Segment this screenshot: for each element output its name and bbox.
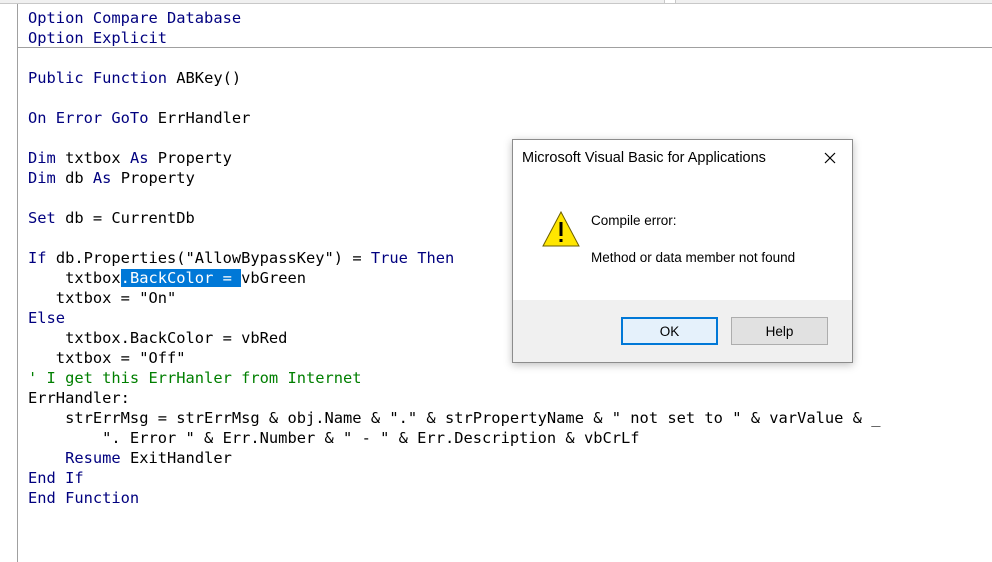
code-line[interactable]: End Function: [28, 488, 139, 508]
code-line[interactable]: Option Explicit: [28, 28, 167, 48]
keyword-text: True: [370, 249, 408, 267]
ok-button[interactable]: OK: [621, 317, 718, 345]
code-line[interactable]: Dim txtbox As Property: [28, 148, 232, 168]
code-text: db = CurrentDb: [55, 209, 195, 227]
margin-indicator-bar[interactable]: [0, 4, 18, 562]
warning-icon: [541, 210, 581, 250]
splitter-handle[interactable]: [664, 0, 676, 3]
code-text: ErrHandler: [148, 109, 251, 127]
help-button[interactable]: Help: [731, 317, 828, 345]
code-line[interactable]: txtbox.BackColor = vbRed: [28, 328, 287, 348]
keyword-text: Set: [28, 209, 56, 227]
code-text: txtbox = "On": [28, 289, 177, 307]
code-text: txtbox: [28, 269, 121, 287]
code-line[interactable]: Resume ExitHandler: [28, 448, 232, 468]
keyword-text: Then: [417, 249, 455, 267]
code-text: Property: [148, 149, 232, 167]
code-line[interactable]: txtbox = "Off": [28, 348, 186, 368]
keyword-text: Option Explicit: [28, 29, 167, 47]
error-message: Method or data member not found: [591, 250, 796, 265]
code-text: ExitHandler: [120, 449, 232, 467]
keyword-text: Resume: [65, 449, 121, 467]
code-line[interactable]: Else: [28, 308, 65, 328]
keyword-text: End If: [28, 469, 84, 487]
code-text: ABKey(): [167, 69, 242, 87]
keyword-text: If: [28, 249, 47, 267]
code-text: db.Properties("AllowBypassKey") =: [46, 249, 371, 267]
code-line[interactable]: End If: [28, 468, 84, 488]
code-text: db: [55, 169, 93, 187]
code-text: strErrMsg = strErrMsg & obj.Name & "." &…: [28, 409, 881, 427]
keyword-text: Public Function: [28, 69, 167, 87]
code-text: Property: [111, 169, 195, 187]
code-line[interactable]: Public Function ABKey(): [28, 68, 241, 88]
error-heading: Compile error:: [591, 213, 677, 228]
code-line[interactable]: Dim db As Property: [28, 168, 195, 188]
keyword-text: As: [92, 169, 112, 187]
code-line[interactable]: ErrHandler:: [28, 388, 130, 408]
code-line[interactable]: ". Error " & Err.Number & " - " & Err.De…: [28, 428, 640, 448]
close-icon[interactable]: [820, 148, 840, 168]
code-text: txtbox: [55, 149, 130, 167]
compile-error-dialog: Microsoft Visual Basic for Applications …: [512, 139, 853, 363]
keyword-text: Option Compare Database: [28, 9, 242, 27]
code-text: vbGreen: [241, 269, 307, 287]
code-line[interactable]: If db.Properties("AllowBypassKey") = Tru…: [28, 248, 454, 268]
keyword-text: On Error GoTo: [28, 109, 149, 127]
keyword-text: Else: [28, 309, 66, 327]
selected-text: .BackColor =: [120, 269, 242, 287]
code-text: txtbox = "Off": [28, 349, 186, 367]
keyword-text: Dim: [28, 169, 56, 187]
code-line[interactable]: txtbox = "On": [28, 288, 176, 308]
code-text: ErrHandler:: [28, 389, 130, 407]
code-line[interactable]: txtbox.BackColor = vbGreen: [28, 268, 306, 288]
comment-text: ' I get this ErrHanler from Internet: [28, 369, 362, 387]
keyword-text: Dim: [28, 149, 56, 167]
keyword-text: End Function: [28, 489, 140, 507]
code-line[interactable]: ' I get this ErrHanler from Internet: [28, 368, 362, 388]
dialog-title: Microsoft Visual Basic for Applications: [522, 150, 766, 166]
code-line[interactable]: strErrMsg = strErrMsg & obj.Name & "." &…: [28, 408, 880, 428]
keyword-text: As: [129, 149, 149, 167]
code-text: txtbox.BackColor = vbRed: [28, 329, 288, 347]
code-line[interactable]: On Error GoTo ErrHandler: [28, 108, 250, 128]
code-line[interactable]: Set db = CurrentDb: [28, 208, 195, 228]
code-text: ". Error " & Err.Number & " - " & Err.De…: [28, 429, 640, 447]
code-line[interactable]: Option Compare Database: [28, 8, 241, 28]
